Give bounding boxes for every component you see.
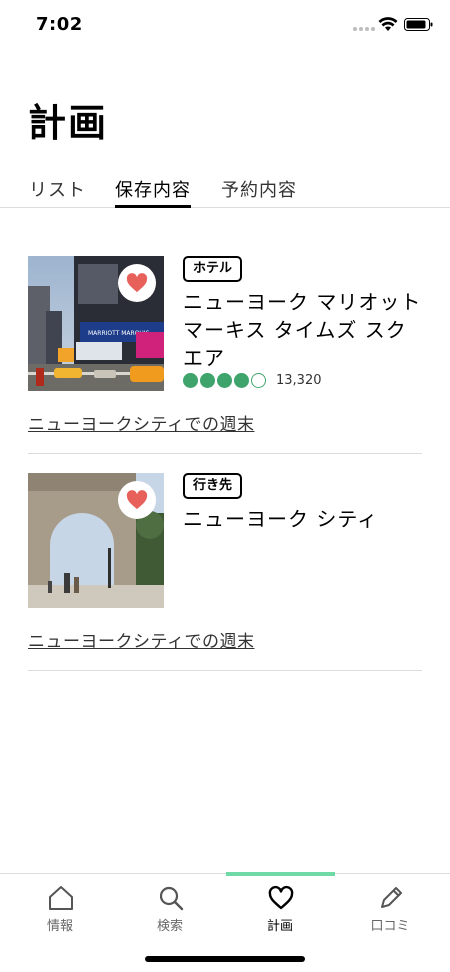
tab-bar: リスト 保存内容 予約内容 <box>0 172 450 208</box>
home-icon <box>49 886 73 910</box>
tab-label: 予約内容 <box>221 180 297 201</box>
nav-label: 計画 <box>266 919 293 934</box>
tab-list[interactable]: リスト <box>29 176 86 207</box>
save-heart-button[interactable] <box>118 481 156 519</box>
tab-active-underline <box>115 205 191 208</box>
status-bar: 7:02 <box>0 0 450 50</box>
wifi-icon <box>378 17 398 31</box>
signal-icon <box>353 27 375 31</box>
battery-icon <box>404 18 433 31</box>
review-count: 13,320 <box>276 372 322 388</box>
tab-label: リスト <box>29 180 86 201</box>
trip-link[interactable]: ニューヨークシティでの週末 <box>28 627 254 652</box>
item-title[interactable]: ニューヨーク マリオット マーキス タイムズ スクエア <box>183 288 423 372</box>
rating-bubble-empty <box>251 372 266 388</box>
pencil-icon <box>381 887 402 908</box>
nav-label: 検索 <box>156 919 183 934</box>
category-badge: ホテル <box>183 256 243 282</box>
saved-item-card[interactable]: MARRIOTT MARQUIS ホテル ニューヨーク マリオット マーキス タ… <box>28 256 422 454</box>
status-time: 7:02 <box>36 14 83 35</box>
tab-saved[interactable]: 保存内容 <box>115 176 191 208</box>
heart-icon <box>268 885 294 910</box>
item-title[interactable]: ニューヨーク シティ <box>183 505 423 533</box>
tab-bookings[interactable]: 予約内容 <box>221 176 297 207</box>
rating-bubble-filled <box>200 372 215 388</box>
rating-bubble-filled <box>234 372 249 388</box>
nav-label: 情報 <box>46 919 73 934</box>
category-badge: 行き先 <box>183 473 243 499</box>
rating: 13,320 <box>183 372 322 388</box>
nav-search[interactable]: 検索 <box>114 874 226 944</box>
save-heart-button[interactable] <box>118 264 156 302</box>
hotel-photo[interactable]: MARRIOTT MARQUIS <box>28 256 164 391</box>
trip-link[interactable]: ニューヨークシティでの週末 <box>28 410 254 435</box>
saved-item-card[interactable]: 行き先 ニューヨーク シティ ニューヨークシティでの週末 <box>28 473 422 671</box>
nav-label: 口コミ <box>370 919 410 934</box>
home-indicator[interactable] <box>145 956 305 962</box>
destination-photo[interactable] <box>28 473 164 608</box>
tab-label: 保存内容 <box>115 180 191 201</box>
nav-reviews[interactable]: 口コミ <box>334 874 446 944</box>
heart-icon <box>126 490 148 510</box>
page-title: 計画 <box>28 101 109 145</box>
heart-icon <box>126 273 148 293</box>
nav-plan[interactable]: 計画 <box>224 874 336 944</box>
rating-bubble-filled <box>217 372 232 388</box>
rating-bubble-filled <box>183 372 198 388</box>
search-icon <box>159 886 184 911</box>
nav-info[interactable]: 情報 <box>4 874 116 944</box>
